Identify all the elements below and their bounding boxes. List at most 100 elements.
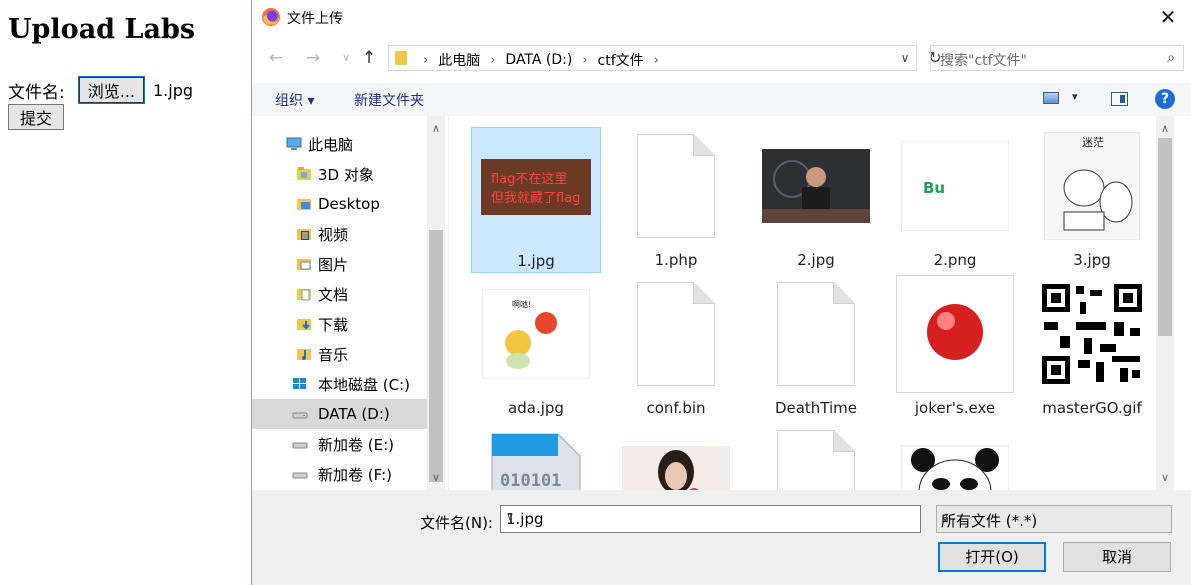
chevron-right-icon: ›	[582, 52, 588, 68]
recent-dropdown-icon[interactable]: ∨	[336, 48, 356, 68]
file-item-3-jpg[interactable]: 迷茫 3.jpg	[1027, 127, 1157, 273]
file-item-document[interactable]	[751, 423, 881, 490]
exe-icon	[896, 275, 1014, 393]
tree-item-label: 音乐	[318, 345, 349, 364]
filename-input[interactable]: 1.jpg ∨	[500, 505, 921, 533]
tree-item-3d-objects[interactable]: 3D 对象	[252, 159, 427, 189]
preview-pane-icon[interactable]	[1111, 92, 1128, 106]
help-icon[interactable]: ?	[1155, 89, 1175, 109]
file-name: 1.jpg	[517, 252, 555, 270]
change-view-icon[interactable]	[1043, 92, 1059, 104]
scrollbar-thumb[interactable]	[1158, 138, 1172, 336]
qr-code-image	[1040, 282, 1144, 386]
file-name: 2.jpg	[797, 251, 835, 269]
breadcrumb-item[interactable]: 此电脑	[438, 50, 480, 70]
file-item-1-jpg[interactable]: flag不在这里 但我就藏了flag 1.jpg	[471, 127, 601, 273]
image-thumbnail: flag不在这里 但我就藏了flag	[481, 159, 591, 215]
submit-button[interactable]: 提交	[8, 104, 65, 130]
scroll-up-icon[interactable]: ∧	[1156, 120, 1174, 138]
dialog-footer: 文件名(N): 1.jpg ∨ 所有文件 (*.*) ∨ 打开(O) 取消	[252, 490, 1191, 585]
drive-icon	[292, 472, 308, 479]
tree-item-label: 图片	[318, 255, 349, 274]
file-name: conf.bin	[646, 399, 706, 417]
document-icon	[777, 282, 855, 386]
tree-item-label: 本地磁盘 (C:)	[318, 375, 410, 394]
cancel-button[interactable]: 取消	[1063, 542, 1171, 572]
navigation-bar: ← → ∨ ↑ › 此电脑 › DATA (D:) › ctf文件 › ∨ ↻ …	[252, 40, 1191, 76]
breadcrumb-item[interactable]: DATA (D:)	[505, 52, 572, 68]
image-thumbnail: 啊哒!	[482, 289, 590, 379]
image-thumbnail: 迷茫	[1044, 132, 1140, 240]
tree-item-videos[interactable]: 视频	[252, 219, 427, 249]
file-item-2-png[interactable]: Bu 2.png	[890, 127, 1020, 273]
document-icon	[637, 282, 715, 386]
tree-item-downloads[interactable]: 下载	[252, 309, 427, 339]
search-placeholder: 搜索"ctf文件"	[940, 53, 1027, 69]
open-button[interactable]: 打开(O)	[938, 542, 1046, 572]
file-item-2-jpg[interactable]: 2.jpg	[751, 127, 881, 273]
file-item-conf-bin[interactable]: conf.bin	[611, 275, 741, 421]
dialog-titlebar: 文件上传 ✕	[252, 0, 1191, 36]
firefox-icon	[262, 8, 280, 26]
file-type-select[interactable]: 所有文件 (*.*) ∨	[936, 505, 1172, 533]
file-item-deathtime[interactable]: DeathTime	[751, 275, 881, 421]
tree-item-label: Desktop	[318, 195, 380, 213]
3d-objects-icon	[297, 167, 311, 180]
tree-item-local-disk-c[interactable]: 本地磁盘 (C:)	[252, 369, 427, 399]
file-item-1-php[interactable]: 1.php	[611, 127, 741, 273]
tree-item-volume-f[interactable]: 新加卷 (F:)	[252, 459, 427, 489]
scrollbar-thumb[interactable]	[429, 230, 443, 482]
chevron-right-icon: ›	[653, 52, 659, 68]
scroll-down-icon[interactable]: ∨	[1156, 469, 1174, 487]
search-input[interactable]: 搜索"ctf文件" ⌕	[930, 45, 1184, 71]
tree-item-label: 3D 对象	[318, 165, 374, 184]
file-item-photo[interactable]	[611, 423, 741, 490]
browse-button[interactable]: 浏览...	[77, 76, 146, 104]
windows-drive-icon	[293, 378, 306, 389]
chevron-down-icon[interactable]: ∨	[506, 510, 916, 523]
address-dropdown-icon[interactable]: ∨	[893, 46, 916, 70]
tree-item-volume-e[interactable]: 新加卷 (E:)	[252, 429, 427, 459]
organize-menu[interactable]: 组织 ▾	[275, 90, 314, 110]
breadcrumb: › 此电脑 › DATA (D:) › ctf文件 ›	[413, 50, 669, 70]
tree-item-desktop[interactable]: Desktop	[252, 189, 427, 219]
view-dropdown-icon[interactable]: ▾	[1072, 90, 1078, 103]
file-name: ada.jpg	[508, 399, 564, 417]
document-icon	[637, 134, 715, 238]
close-icon[interactable]: ✕	[1155, 4, 1181, 30]
drive-icon	[292, 412, 308, 419]
file-item-binary[interactable]: 010101	[471, 423, 601, 490]
tree-item-documents[interactable]: 文档	[252, 279, 427, 309]
drive-icon	[292, 442, 308, 449]
chevron-down-icon: ∨	[941, 511, 950, 524]
file-pane-scrollbar[interactable]: ∧ ∨	[1156, 116, 1174, 490]
up-arrow-icon[interactable]: ↑	[359, 48, 379, 68]
tree-item-pictures[interactable]: 图片	[252, 249, 427, 279]
file-row: 文件名: 浏览... 1.jpg	[8, 76, 194, 104]
file-item-panda[interactable]	[890, 423, 1020, 490]
tree-item-label: 视频	[318, 225, 349, 244]
file-item-jokers-exe[interactable]: joker's.exe	[890, 275, 1020, 421]
file-item-ada-jpg[interactable]: 啊哒! ada.jpg	[471, 275, 601, 421]
back-arrow-icon[interactable]: ←	[266, 48, 286, 68]
breadcrumb-item[interactable]: ctf文件	[598, 50, 644, 70]
nav-pane-scrollbar[interactable]: ∧ ∨	[427, 116, 445, 490]
scroll-down-icon[interactable]: ∨	[427, 469, 445, 487]
tree-item-label: 此电脑	[308, 135, 354, 154]
desktop-icon	[297, 199, 311, 210]
forward-arrow-icon[interactable]: →	[303, 48, 323, 68]
new-folder-button[interactable]: 新建文件夹	[354, 90, 424, 110]
file-item-mastergo-gif[interactable]: masterGO.gif	[1027, 275, 1157, 421]
tree-item-data-d[interactable]: DATA (D:)	[252, 399, 427, 429]
tree-item-this-pc[interactable]: 此电脑	[252, 129, 427, 159]
document-icon	[777, 430, 855, 490]
chosen-file-name: 1.jpg	[153, 80, 194, 100]
address-bar[interactable]: › 此电脑 › DATA (D:) › ctf文件 › ∨ ↻	[388, 45, 942, 71]
scroll-up-icon[interactable]: ∧	[427, 120, 445, 138]
upload-page: Upload Labs 文件名: 浏览... 1.jpg 提交	[0, 0, 252, 585]
file-list-pane: flag不在这里 但我就藏了flag 1.jpg 1.php 2.jpg Bu …	[448, 116, 1174, 490]
chevron-right-icon: ›	[490, 52, 496, 68]
tree-item-music[interactable]: 音乐	[252, 339, 427, 369]
binary-file-icon: 010101	[491, 433, 581, 490]
page-title: Upload Labs	[8, 14, 196, 45]
